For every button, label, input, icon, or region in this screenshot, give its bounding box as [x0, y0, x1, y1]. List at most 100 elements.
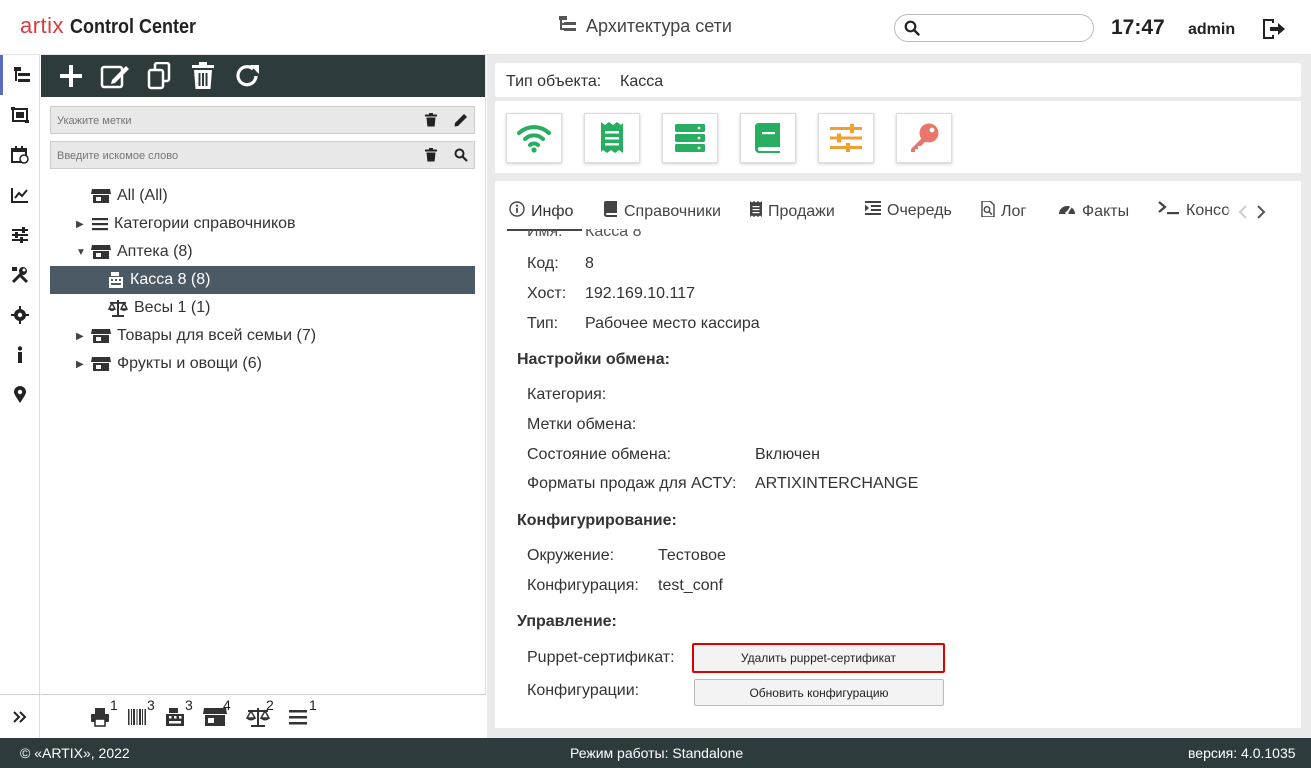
footer-lists[interactable]: 1	[289, 697, 317, 732]
app-header: artix Control Center Архитектура сети 17…	[0, 0, 1311, 55]
tree-node-vesy[interactable]: Весы 1 (1)	[50, 294, 475, 322]
wifi-icon[interactable]	[506, 113, 562, 163]
log-icon	[981, 200, 995, 222]
app-logo: artix Control Center	[20, 13, 210, 39]
tab-label: Лог	[1001, 202, 1027, 220]
tree-node-all[interactable]: All (All)	[50, 182, 475, 210]
page-title-text: Архитектура сети	[586, 16, 732, 36]
footer-printers[interactable]: 1	[90, 697, 118, 732]
clock: 17:47	[1111, 16, 1165, 39]
configuration-label: Конфигурация:	[527, 577, 639, 594]
nav-network-icon[interactable]	[0, 55, 40, 95]
object-type-value: Касса	[620, 73, 664, 90]
terminal-icon	[1158, 201, 1180, 220]
clear-tags-icon[interactable]	[425, 113, 437, 132]
expand-caret-icon[interactable]: ▶	[76, 331, 88, 342]
update-config-button[interactable]: Обновить конфигурацию	[694, 679, 944, 706]
info-content: Имя: Касса 8 Код: 8 Хост: 192.169.10.117…	[495, 229, 1301, 728]
name-value: Касса 8	[585, 229, 642, 240]
pencil-icon[interactable]	[454, 113, 468, 132]
tab-handbooks[interactable]: Справочники	[604, 201, 721, 222]
cashregister-icon	[108, 272, 124, 288]
tree-node-apteka[interactable]: ▼ Аптека (8)	[50, 238, 475, 266]
tab-info[interactable]: Инфо	[509, 201, 573, 222]
footer-count: 2	[266, 697, 274, 713]
book-icon	[604, 201, 618, 222]
tab-label: Инфо	[531, 202, 574, 220]
tree-node-kassa8[interactable]: Касса 8 (8)	[50, 266, 475, 294]
search-icon[interactable]	[454, 148, 468, 167]
store-icon	[91, 356, 111, 372]
sliders-icon[interactable]	[818, 113, 874, 163]
tree-node-tovary[interactable]: ▶ Товары для всей семьи (7)	[50, 322, 475, 350]
store-icon	[91, 328, 111, 344]
footer-stores[interactable]: 4	[203, 697, 231, 732]
edit-icon[interactable]	[99, 60, 131, 92]
tree-node-frukty[interactable]: ▶ Фрукты и овощи (6)	[50, 350, 475, 378]
tab-queue[interactable]: Очередь	[865, 201, 952, 220]
expand-caret-icon[interactable]: ▶	[76, 219, 88, 230]
chevron-right-icon[interactable]	[1256, 204, 1266, 224]
tab-facts[interactable]: Факты	[1058, 201, 1129, 222]
tree-node-categories[interactable]: ▶ Категории справочников	[50, 210, 475, 238]
host-label: Хост:	[527, 285, 567, 302]
host-value: 192.169.10.117	[585, 285, 696, 302]
username[interactable]: admin	[1188, 21, 1235, 39]
tree-node-label: Категории справочников	[114, 215, 296, 232]
footer-barcodes[interactable]: 3	[127, 697, 155, 732]
book-icon[interactable]	[740, 113, 796, 163]
gauge-icon	[1058, 201, 1076, 222]
nav-sliders-icon[interactable]	[0, 215, 40, 255]
scales-icon	[108, 299, 128, 317]
footer-count: 1	[110, 697, 118, 713]
receipt-icon[interactable]	[584, 113, 640, 163]
collapse-caret-icon[interactable]: ▼	[76, 247, 88, 258]
word-filter[interactable]	[50, 141, 475, 169]
global-search[interactable]	[894, 14, 1094, 42]
key-icon[interactable]	[896, 113, 952, 163]
store-icon	[203, 708, 227, 731]
nav-settings-icon[interactable]	[0, 295, 40, 335]
tags-filter[interactable]	[50, 106, 475, 134]
expand-rail-icon[interactable]	[0, 694, 40, 738]
tree-footer-counts: 1 3 3 4 2 1	[41, 694, 486, 738]
tags-filter-input[interactable]	[57, 112, 407, 129]
server-icon[interactable]	[662, 113, 718, 163]
receipt-icon	[750, 201, 762, 222]
refresh-icon[interactable]	[231, 60, 263, 92]
clear-search-icon[interactable]	[425, 148, 437, 167]
page-title: Архитектура сети	[558, 15, 732, 38]
nav-tools-icon[interactable]	[0, 255, 40, 295]
nav-info-icon[interactable]	[0, 335, 40, 375]
scales-icon	[245, 708, 271, 731]
tree-node-label: Весы 1 (1)	[134, 299, 211, 316]
delete-puppet-cert-button[interactable]: Удалить puppet-сертификат	[692, 643, 945, 673]
footer-registers[interactable]: 3	[165, 697, 193, 732]
chevron-left-icon[interactable]	[1238, 204, 1248, 224]
global-search-input[interactable]	[925, 18, 1085, 38]
nav-location-icon[interactable]	[0, 375, 40, 415]
sales-formats-value: ARTIXINTERCHANGE	[755, 475, 919, 492]
tree-node-label: Товары для всей семьи (7)	[117, 327, 317, 344]
tree-node-label: All (All)	[117, 187, 168, 204]
footer-scales[interactable]: 2	[245, 697, 274, 732]
puppet-cert-label: Puppet-сертификат:	[527, 649, 675, 666]
nav-layout-icon[interactable]	[0, 95, 40, 135]
word-filter-input[interactable]	[57, 147, 407, 164]
footer-count: 3	[147, 697, 155, 713]
expand-caret-icon[interactable]: ▶	[76, 359, 88, 370]
management-title: Управление:	[517, 613, 617, 630]
logout-icon[interactable]	[1260, 17, 1286, 46]
trash-icon[interactable]	[187, 60, 219, 92]
copy-icon[interactable]	[143, 60, 175, 92]
object-type-bar: Тип объекта: Касса	[495, 63, 1301, 97]
tab-log[interactable]: Лог	[981, 200, 1027, 222]
tab-sales[interactable]: Продажи	[750, 201, 835, 222]
tab-console[interactable]: Консо	[1158, 201, 1230, 220]
nav-calendar-icon[interactable]	[0, 135, 40, 175]
nav-chart-icon[interactable]	[0, 175, 40, 215]
copyright: © «ARTIX», 2022	[20, 745, 130, 761]
add-icon[interactable]	[55, 60, 87, 92]
category-label: Категория:	[527, 386, 607, 403]
configs-label: Конфигурации:	[527, 682, 640, 699]
